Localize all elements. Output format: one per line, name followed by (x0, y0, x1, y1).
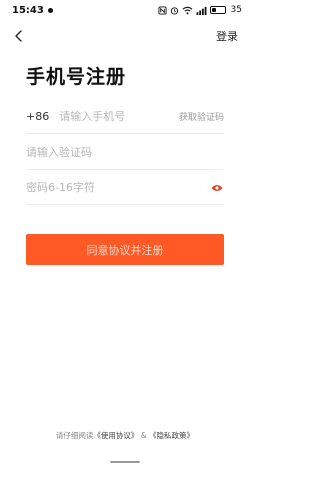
agreement-joiner: & (140, 431, 147, 440)
code-row (26, 136, 224, 170)
eye-icon (211, 184, 223, 191)
password-row (26, 171, 224, 205)
phone-row: +86 获取验证码 (26, 100, 224, 134)
nav-header: 登录 (0, 24, 250, 48)
wifi-icon (182, 6, 193, 15)
battery-level: 35 (230, 5, 242, 15)
terms-of-use-link[interactable]: 《使用协议》 (93, 431, 138, 440)
register-screen: 15:43 35 登录 手机号注册 +86 请输入手机号 获取验证码 请输入验证… (0, 0, 250, 500)
agreement-prefix: 请仔细阅读 (55, 431, 94, 440)
page-title: 手机号注册 (26, 66, 127, 88)
password-visibility-toggle[interactable] (210, 183, 224, 193)
status-bar: 15:43 35 (0, 0, 250, 20)
privacy-policy-link[interactable]: 《隐私政策》 (149, 431, 194, 440)
password-input[interactable] (26, 177, 210, 198)
alarm-icon (170, 6, 179, 15)
notification-dot-icon (47, 7, 53, 13)
back-button[interactable] (10, 26, 28, 46)
battery-fill (211, 8, 216, 12)
agree-and-register-button[interactable]: 同意协议并注册 (26, 234, 224, 265)
chevron-left-icon (15, 30, 22, 42)
get-code-button[interactable]: 获取验证码 (179, 110, 224, 123)
verification-code-input[interactable] (26, 142, 224, 163)
country-code-prefix[interactable]: +86 (26, 110, 49, 123)
home-indicator[interactable] (110, 461, 140, 463)
signal-icon (196, 6, 207, 15)
status-right: 35 (157, 5, 242, 15)
login-link[interactable]: 登录 (216, 28, 238, 44)
status-time: 15:43 (12, 4, 44, 16)
nfc-icon (157, 5, 167, 15)
battery-icon (209, 6, 226, 14)
agreement-text: 请仔细阅读《使用协议》 & 《隐私政策》 (0, 430, 250, 441)
status-left: 15:43 (12, 5, 53, 16)
phone-input[interactable] (59, 106, 179, 127)
